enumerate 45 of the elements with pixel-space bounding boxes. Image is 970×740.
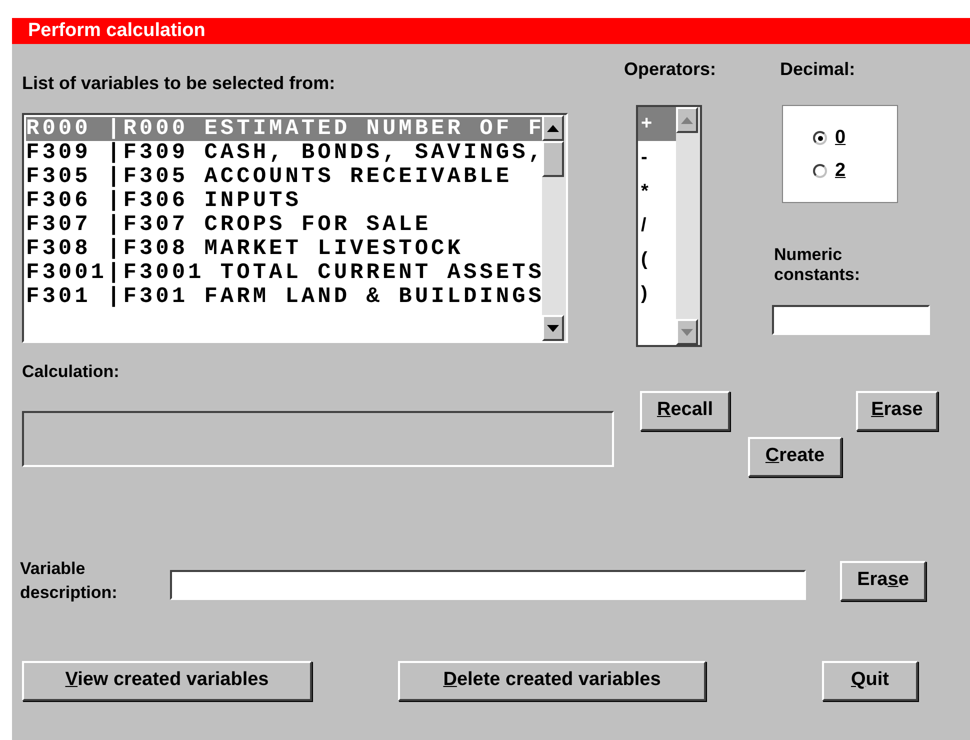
radio-button[interactable]: [813, 131, 828, 146]
list-item[interactable]: R000 |R000 ESTIMATED NUMBER OF F: [26, 117, 542, 141]
push-button[interactable]: Quit: [822, 660, 918, 700]
operator-item[interactable]: -: [638, 141, 676, 175]
up-triangle-icon: [547, 124, 559, 132]
variable-description-label: Variable description:: [20, 558, 118, 604]
list-item[interactable]: F307 |F307 CROPS FOR SALE: [26, 213, 542, 237]
decimal-label: Decimal:: [780, 58, 856, 81]
list-item[interactable]: F305 |F305 ACCOUNTS RECEIVABLE: [26, 165, 542, 189]
operators-label: Operators:: [624, 58, 716, 81]
scrollbar[interactable]: [542, 115, 566, 341]
numeric-constants-label: Numeric constants:: [774, 245, 861, 285]
list-item[interactable]: F308 |F308 MARKET LIVESTOCK: [26, 237, 542, 261]
radio-label[interactable]: 0: [835, 124, 846, 152]
scroll-arrow-button[interactable]: [542, 115, 564, 141]
numeric-constants-field[interactable]: [772, 305, 930, 335]
window-title: Perform calculation: [12, 18, 970, 44]
list-label: List of variables to be selected from:: [22, 72, 336, 95]
scroll-arrow-button[interactable]: [676, 107, 698, 133]
list-item[interactable]: F301 |F301 FARM LAND & BUILDINGS: [26, 285, 542, 309]
push-button[interactable]: Delete created variables: [398, 660, 706, 700]
push-button[interactable]: Erase: [856, 390, 938, 430]
operator-item[interactable]: *: [638, 175, 676, 209]
down-triangle-icon: [547, 324, 559, 332]
scroll-arrow-button[interactable]: [676, 319, 698, 345]
scrollbar[interactable]: [676, 107, 700, 345]
list-item[interactable]: F3001|F3001 TOTAL CURRENT ASSETS: [26, 261, 542, 285]
operator-item[interactable]: +: [638, 107, 676, 141]
calculation-label: Calculation:: [22, 361, 120, 383]
scroll-arrow-button[interactable]: [542, 315, 564, 341]
operator-item[interactable]: ): [638, 277, 676, 311]
push-button[interactable]: Create: [748, 436, 842, 476]
push-button[interactable]: Erase: [840, 560, 926, 600]
list-item[interactable]: F306 |F306 INPUTS: [26, 189, 542, 213]
radio-button[interactable]: [813, 164, 828, 178]
push-button[interactable]: View created variables: [22, 660, 312, 700]
down-triangle-icon: [681, 328, 693, 336]
up-triangle-icon: [681, 116, 693, 124]
radio-label[interactable]: 2: [835, 156, 846, 185]
scroll-thumb[interactable]: [542, 141, 564, 177]
operator-item[interactable]: /: [638, 209, 676, 243]
variable-description-field[interactable]: [170, 570, 806, 600]
operator-item[interactable]: (: [638, 243, 676, 277]
list-item[interactable]: F309 |F309 CASH, BONDS, SAVINGS,: [26, 141, 542, 165]
push-button[interactable]: Recall: [640, 390, 730, 430]
